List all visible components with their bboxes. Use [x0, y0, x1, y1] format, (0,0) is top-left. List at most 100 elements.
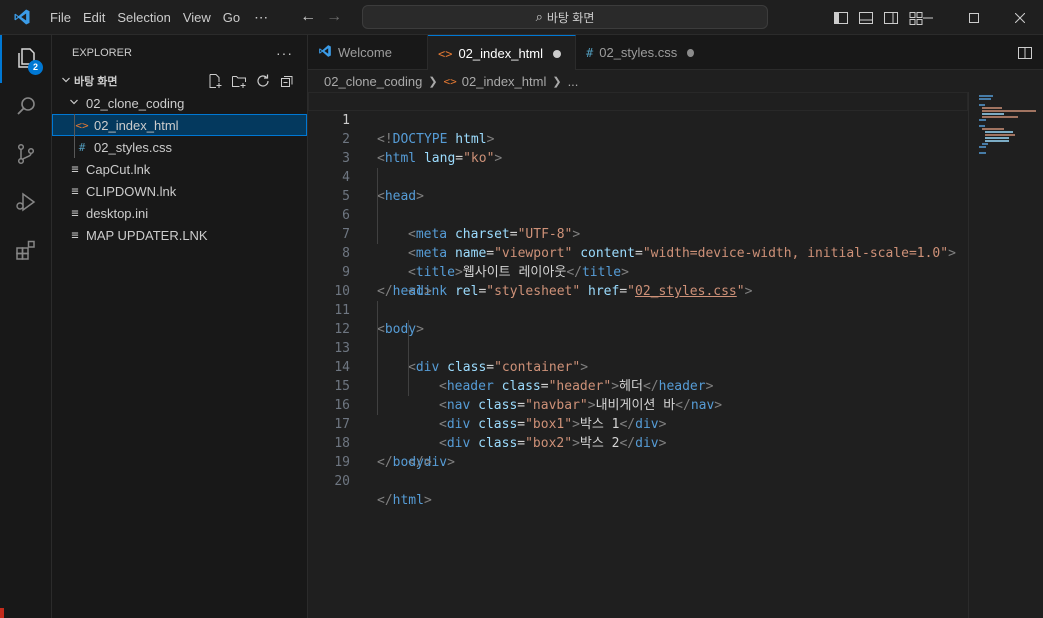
- file-row-clipdown[interactable]: ≡ CLIPDOWN.lnk: [52, 180, 307, 202]
- code-line: 11 <body>: [308, 282, 968, 337]
- root-folder-row[interactable]: 바탕 화면: [52, 70, 307, 92]
- activity-explorer[interactable]: 2: [0, 35, 52, 83]
- menu-selection[interactable]: Selection: [111, 0, 176, 35]
- code-line: 9 </head>: [308, 244, 968, 299]
- vscode-logo-icon: [0, 0, 44, 35]
- minimap-line: [982, 110, 1036, 112]
- code-line: 2 <html lang="ko">: [308, 111, 968, 166]
- minimap-line: [979, 95, 993, 97]
- activity-extensions[interactable]: [0, 227, 52, 275]
- minimap-line: [979, 125, 985, 127]
- new-folder-icon[interactable]: [227, 70, 251, 92]
- file-label: MAP UPDATER.LNK: [86, 227, 208, 243]
- file-row-capcut[interactable]: ≡ CapCut.lnk: [52, 158, 307, 180]
- css-file-icon: #: [586, 45, 594, 60]
- code-line: 7 <title>웹사이트 레이아웃</title>: [308, 206, 968, 280]
- tab-welcome[interactable]: Welcome: [308, 35, 428, 70]
- file-row-index-html[interactable]: <> 02_index_html: [52, 114, 307, 136]
- file-label: desktop.ini: [86, 205, 149, 221]
- code-line: 3: [308, 130, 968, 166]
- folder-label: 02_clone_coding: [86, 95, 185, 111]
- file-row-styles-css[interactable]: # 02_styles.css: [52, 136, 307, 158]
- toggle-panel-icon[interactable]: [853, 0, 878, 35]
- indent-guide: [74, 136, 75, 158]
- menu-edit[interactable]: Edit: [77, 0, 111, 35]
- code-line: 14 <nav class="navbar">내비게이션 바</nav>: [308, 339, 968, 413]
- menu-more-button[interactable]: ⋯: [246, 0, 277, 35]
- html-file-icon: <>: [438, 46, 453, 61]
- code-line: 20 </html>: [308, 453, 968, 508]
- file-label: 02_styles.css: [94, 139, 173, 155]
- tab-styles-css[interactable]: # 02_styles.css: [576, 35, 706, 70]
- minimap-line: [982, 143, 988, 145]
- code-line: 10: [308, 263, 968, 299]
- minimap-line: [985, 137, 1009, 139]
- breadcrumb-folder[interactable]: 02_clone_coding: [324, 74, 422, 89]
- minimap-line: [985, 131, 1013, 133]
- tab-label: 02_styles.css: [599, 45, 678, 60]
- tab-index-html[interactable]: <> 02_index_html: [428, 35, 576, 71]
- minimap-line: [982, 107, 1002, 109]
- activity-source-control[interactable]: [0, 131, 52, 179]
- code-line: 13 <header class="header">헤더</header>: [308, 320, 968, 394]
- minimap-line: [979, 98, 991, 100]
- maximize-icon[interactable]: [951, 0, 997, 35]
- file-label: 02_index_html: [94, 117, 179, 133]
- code-line: 8 <link rel="stylesheet" href="02_styles…: [308, 225, 968, 299]
- minimap-line: [985, 140, 1009, 142]
- root-folder-label: 바탕 화면: [74, 76, 118, 88]
- back-arrow-icon[interactable]: ←: [295, 8, 321, 26]
- minimap[interactable]: [968, 92, 1043, 618]
- minimize-icon[interactable]: [905, 0, 951, 35]
- sidebar-header: EXPLORER ···: [52, 35, 307, 70]
- activity-run-debug[interactable]: [0, 179, 52, 227]
- run-debug-icon: [14, 190, 38, 217]
- minimap-line: [979, 152, 986, 154]
- refresh-icon[interactable]: [251, 70, 275, 92]
- minimap-line: [985, 134, 1015, 136]
- menu-go[interactable]: Go: [217, 0, 246, 35]
- code-line: 6 <meta name="viewport" content="width=d…: [308, 187, 968, 261]
- forward-arrow-icon[interactable]: →: [321, 8, 347, 26]
- new-file-icon[interactable]: [203, 70, 227, 92]
- file-row-map-updater[interactable]: ≡ MAP UPDATER.LNK: [52, 224, 307, 246]
- tab-label: 02_index_html: [458, 46, 544, 61]
- file-label: CLIPDOWN.lnk: [86, 183, 177, 199]
- toggle-primary-sidebar-icon[interactable]: [828, 0, 853, 35]
- file-lines-icon: ≡: [71, 184, 79, 198]
- css-file-icon: #: [78, 140, 86, 154]
- code-line: 16 <div class="box2">박스 2</div>: [308, 377, 968, 451]
- menu-file[interactable]: File: [44, 0, 77, 35]
- code-line: 18 </body>: [308, 415, 968, 470]
- close-icon[interactable]: [997, 0, 1043, 35]
- code-line: 19: [308, 434, 968, 470]
- file-lines-icon: ≡: [71, 206, 79, 220]
- search-icon: [14, 94, 38, 121]
- code-line: 4 <head>: [308, 149, 968, 204]
- toggle-secondary-sidebar-icon[interactable]: [878, 0, 903, 35]
- code-line: 12 <div class="container">: [308, 301, 968, 375]
- sidebar-more-button[interactable]: ···: [276, 45, 293, 61]
- folder-row[interactable]: 02_clone_coding: [52, 92, 307, 114]
- indent-guide: [74, 114, 75, 136]
- breadcrumb-file[interactable]: 02_index_html: [462, 74, 547, 89]
- chevron-right-icon: ❯: [552, 75, 562, 88]
- command-center-search[interactable]: ⌕ 바탕 화면: [362, 5, 768, 29]
- vscode-logo-icon: [318, 44, 332, 61]
- command-center-text: 바탕 화면: [546, 10, 595, 25]
- minimap-line: [979, 146, 986, 148]
- code-line: 15 <div class="box1">박스 1</div>: [308, 358, 968, 432]
- activity-search[interactable]: [0, 83, 52, 131]
- file-row-desktop-ini[interactable]: ≡ desktop.ini: [52, 202, 307, 224]
- menu-view[interactable]: View: [177, 0, 217, 35]
- collapse-all-icon[interactable]: [275, 70, 299, 92]
- minimap-line: [979, 119, 986, 121]
- breadcrumb-rest[interactable]: ...: [568, 74, 579, 89]
- activity-bar: 2: [0, 35, 52, 618]
- unsaved-dot-icon[interactable]: [553, 49, 562, 58]
- unsaved-dot-icon[interactable]: [687, 48, 694, 57]
- code-editor[interactable]: 1 <!DOCTYPE html> 2 <html lang="ko"> 3 4…: [308, 92, 968, 618]
- split-editor-icon[interactable]: [1017, 35, 1033, 70]
- html-file-icon: <>: [75, 118, 89, 132]
- breadcrumb: 02_clone_coding ❯ <> 02_index_html ❯ ...: [308, 70, 1043, 92]
